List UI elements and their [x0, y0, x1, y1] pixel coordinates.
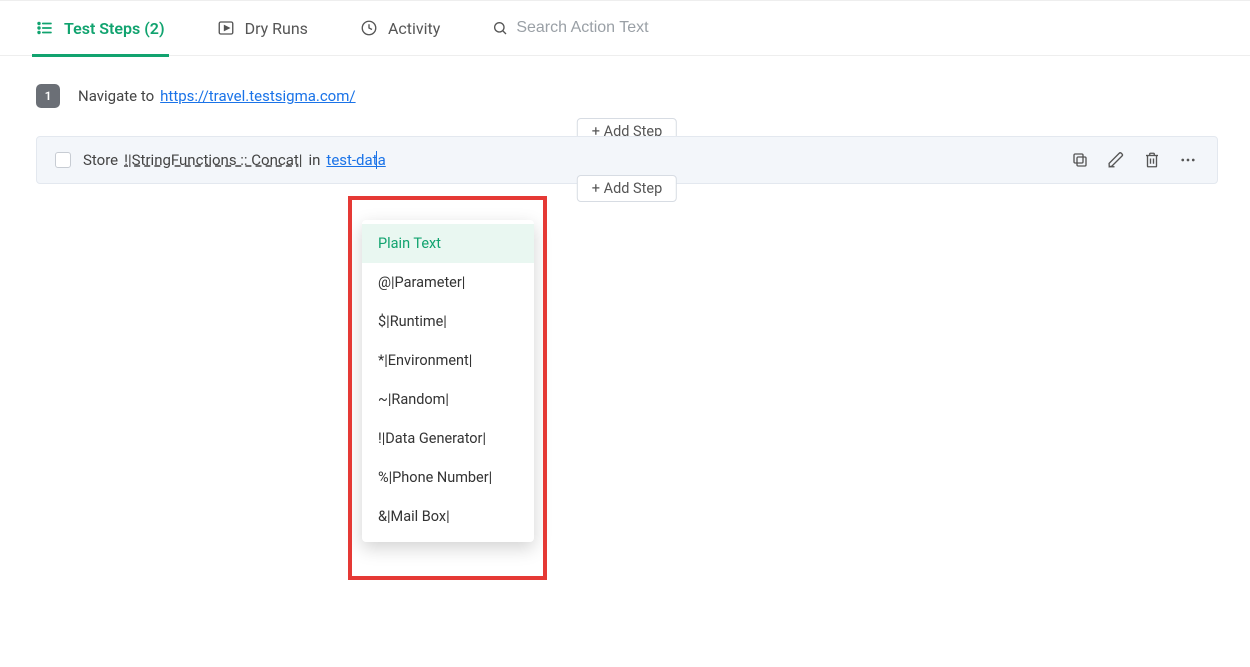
step-actions: [1071, 151, 1197, 169]
dd-parameter[interactable]: @|Parameter|: [362, 263, 534, 302]
tab-activity[interactable]: Activity: [360, 0, 440, 56]
copy-icon[interactable]: [1071, 151, 1089, 169]
search-icon: [492, 20, 508, 36]
add-step-button-bottom[interactable]: + Add Step: [577, 175, 677, 202]
tab-test-steps[interactable]: Test Steps (2): [36, 0, 165, 56]
dd-data-generator[interactable]: !|Data Generator|: [362, 419, 534, 458]
store-prefix: Store: [83, 151, 118, 169]
step-url-link[interactable]: https://travel.testsigma.com/: [160, 87, 355, 105]
tab-label: Activity: [388, 19, 440, 38]
step-prefix: Navigate to: [78, 87, 154, 105]
text-caret: [376, 151, 377, 169]
edit-icon[interactable]: [1107, 151, 1125, 169]
step-1-row: 1 Navigate to https://travel.testsigma.c…: [36, 84, 1218, 108]
function-token[interactable]: !|StringFunctions :: Concat|: [124, 151, 302, 169]
top-tabs: Test Steps (2) Dry Runs Activity: [0, 0, 1250, 56]
search-wrap: [492, 19, 716, 37]
more-icon[interactable]: [1179, 151, 1197, 169]
dd-phone-number[interactable]: %|Phone Number|: [362, 458, 534, 497]
tab-dry-runs[interactable]: Dry Runs: [217, 0, 308, 56]
data-type-dropdown: Plain Text @|Parameter| $|Runtime| *|Env…: [362, 220, 534, 542]
search-input[interactable]: [516, 19, 716, 37]
dd-plain-text[interactable]: Plain Text: [362, 224, 534, 263]
list-icon: [36, 19, 54, 37]
tab-label: Dry Runs: [245, 19, 308, 38]
in-label: in: [308, 151, 320, 169]
dd-runtime[interactable]: $|Runtime|: [362, 302, 534, 341]
play-box-icon: [217, 19, 235, 37]
test-data-token[interactable]: test-data: [326, 151, 385, 169]
dd-random[interactable]: ~|Random|: [362, 380, 534, 419]
delete-icon[interactable]: [1143, 151, 1161, 169]
dd-mail-box[interactable]: &|Mail Box|: [362, 497, 534, 536]
step-checkbox[interactable]: [55, 152, 71, 168]
clock-icon: [360, 19, 378, 37]
tab-label: Test Steps (2): [64, 19, 165, 38]
dd-environment[interactable]: *|Environment|: [362, 341, 534, 380]
step-number-badge: 1: [36, 84, 60, 108]
